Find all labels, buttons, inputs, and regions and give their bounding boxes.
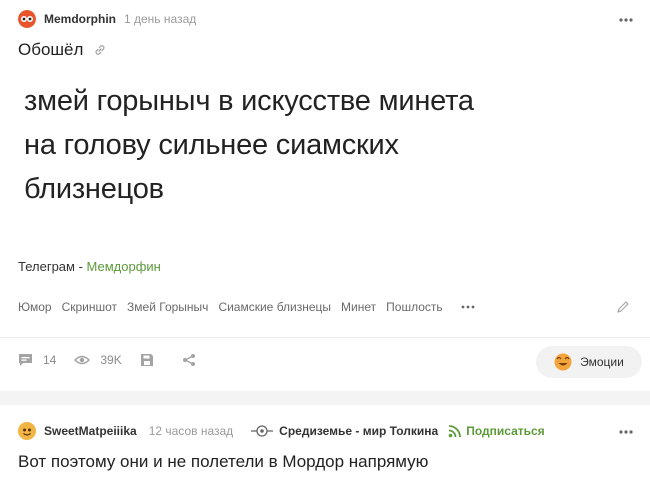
rss-icon [448, 424, 462, 437]
subscribe-label: Подписаться [466, 424, 545, 438]
emotions-button[interactable]: Эмоции [536, 346, 642, 378]
author-name[interactable]: Memdorphin [44, 12, 116, 26]
post-stats: 14 39K [18, 353, 224, 367]
share-icon[interactable] [182, 353, 196, 367]
eye-icon [74, 355, 91, 365]
community-link[interactable]: Средиземье - мир Толкина [251, 424, 438, 438]
more-options-icon[interactable] [618, 427, 634, 437]
tags-list: Юмор Скриншот Змей Горыныч Сиамские близ… [18, 300, 475, 314]
next-post-title[interactable]: Вот поэтому они и не полетели в Мордор н… [18, 452, 428, 472]
tag-minet[interactable]: Минет [341, 300, 376, 314]
post-body-text: Телеграм - Мемдорфин [18, 259, 161, 274]
image-text-line: на голову сильнее сиамских [24, 129, 399, 161]
tag-zmey-gorynych[interactable]: Змей Горыныч [127, 300, 208, 314]
tag-humor[interactable]: Юмор [18, 300, 52, 314]
save-icon[interactable] [140, 353, 154, 367]
next-post-header: SweetMatpeiiika 12 часов назад Средиземь… [18, 422, 545, 440]
post-image: змей горыныч в искусстве минета на голов… [24, 79, 474, 211]
image-text-line: близнецов [24, 173, 164, 205]
post-header: Memdorphin 1 день назад [18, 9, 196, 29]
emoji-icon [554, 353, 572, 371]
views-stat: 39K [74, 353, 122, 367]
subscribe-button[interactable]: Подписаться [448, 424, 545, 438]
share-stat[interactable] [182, 353, 206, 367]
telegram-link[interactable]: Мемдорфин [87, 259, 161, 274]
views-count: 39K [100, 353, 122, 367]
next-post-author[interactable]: SweetMatpeiiika [44, 424, 137, 438]
comments-count: 14 [43, 353, 57, 367]
post-time: 1 день назад [124, 12, 197, 26]
comments-stat[interactable]: 14 [18, 353, 56, 367]
community-name[interactable]: Средиземье - мир Толкина [279, 424, 438, 438]
divider [0, 337, 650, 338]
image-text-line: змей горыныч в искусстве минета [24, 85, 474, 117]
community-icon [251, 425, 274, 437]
telegram-prefix: Телеграм - [18, 259, 87, 274]
edit-icon[interactable] [616, 300, 630, 314]
author-avatar[interactable] [18, 10, 36, 28]
tag-poshlost[interactable]: Пошлость [386, 300, 442, 314]
tag-siamese-twins[interactable]: Сиамские близнецы [218, 300, 331, 314]
more-options-icon[interactable] [618, 15, 634, 25]
author-avatar[interactable] [18, 422, 36, 440]
comment-icon [19, 354, 32, 366]
save-stat[interactable] [140, 353, 164, 367]
post-title-row: Обошёл [18, 40, 107, 60]
link-icon[interactable] [93, 43, 107, 57]
next-post-time: 12 часов назад [148, 424, 234, 438]
tag-screenshot[interactable]: Скриншот [62, 300, 117, 314]
post-title[interactable]: Обошёл [18, 40, 83, 60]
emotions-label: Эмоции [580, 355, 624, 369]
post-separator [0, 391, 650, 405]
more-tags-icon[interactable] [461, 303, 475, 311]
